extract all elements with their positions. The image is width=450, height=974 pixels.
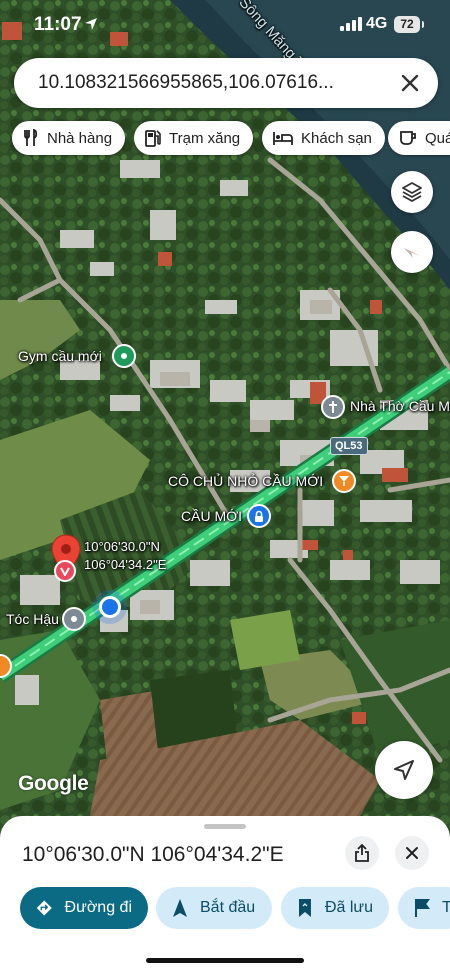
chip-gas-stations[interactable]: Trạm xăng (134, 121, 254, 155)
gym-place-icon[interactable] (112, 344, 136, 368)
close-sheet-button[interactable] (395, 836, 429, 870)
saved-label: Đã lưu (324, 899, 373, 916)
home-indicator (146, 958, 304, 963)
bridge-place-label[interactable]: CẦU MỚI (181, 508, 242, 524)
coffee-icon (400, 131, 416, 145)
directions-label: Đường đi (64, 899, 132, 916)
church-icon[interactable] (321, 395, 345, 419)
salon-place-label[interactable]: Tóc Hậu (6, 611, 59, 627)
compass-button[interactable] (391, 231, 433, 273)
label-label: T (442, 899, 450, 916)
close-icon (406, 847, 418, 859)
saved-pin-icon[interactable] (54, 560, 76, 582)
battery-icon: 72 (394, 16, 424, 33)
navigation-arrow-icon (173, 899, 187, 917)
salon-place-icon[interactable] (62, 607, 86, 631)
chip-restaurants[interactable]: Nhà hàng (12, 121, 126, 155)
status-time: 11:07 (34, 14, 82, 35)
gas-station-icon (145, 130, 161, 147)
status-bar: 11:07 4G 72 (0, 0, 450, 50)
chip-hotels[interactable]: Khách sạn (262, 121, 385, 155)
start-label: Bắt đầu (200, 899, 256, 916)
share-icon (355, 844, 369, 862)
gym-place-label[interactable]: Gym cầu mới (18, 348, 102, 364)
clear-search-icon[interactable] (398, 71, 422, 95)
saved-button[interactable]: Đã lưu (281, 887, 389, 929)
directions-button[interactable]: Đường đi (20, 887, 148, 929)
location-services-icon (85, 18, 97, 30)
place-coordinates-title: 10°06'30.0"N 106°04'34.2"E (22, 843, 284, 866)
start-button[interactable]: Bắt đầu (156, 887, 272, 929)
directions-icon (36, 900, 52, 916)
sheet-drag-handle[interactable] (204, 824, 246, 829)
label-button[interactable]: T (398, 887, 450, 929)
cafe-label[interactable]: CÔ CHỦ NHỎ CẦU MỚI (168, 473, 323, 489)
layers-icon (402, 182, 422, 202)
my-location-button[interactable] (375, 741, 433, 799)
share-button[interactable] (345, 836, 379, 870)
pin-label-lat: 10°06'30.0"N (84, 539, 160, 554)
restaurant-icon (24, 129, 38, 146)
cellular-signal-icon (340, 17, 362, 31)
google-logo: Google (18, 772, 89, 795)
flag-icon (415, 899, 430, 917)
search-query[interactable]: 10.108321566955865,106.07616... (38, 72, 334, 94)
chip-label: Khách sạn (301, 129, 372, 147)
compass-icon (404, 248, 420, 258)
pin-label-lng: 106°04'34.2"E (84, 557, 167, 572)
cafe-icon[interactable] (332, 469, 356, 493)
chip-label: Trạm xăng (169, 129, 241, 147)
hotel-icon (273, 132, 293, 145)
current-location-dot (99, 596, 121, 618)
church-label[interactable]: Nhà Thờ Cầu M (350, 398, 450, 414)
navigation-arrow-icon (394, 760, 414, 780)
highway-badge: QL53 (330, 437, 368, 455)
lock-place-icon[interactable] (247, 504, 271, 528)
chip-label: Nhà hàng (47, 129, 113, 147)
search-bar[interactable]: 10.108321566955865,106.07616... (14, 58, 438, 108)
layers-button[interactable] (391, 171, 433, 213)
place-bottom-sheet[interactable]: 10°06'30.0"N 106°04'34.2"E Đường đi Bắt … (0, 816, 450, 974)
network-type: 4G (366, 15, 388, 32)
chip-cafes[interactable]: Quá (388, 121, 450, 155)
chip-label: Quá (425, 129, 450, 147)
bookmark-icon (298, 899, 311, 917)
